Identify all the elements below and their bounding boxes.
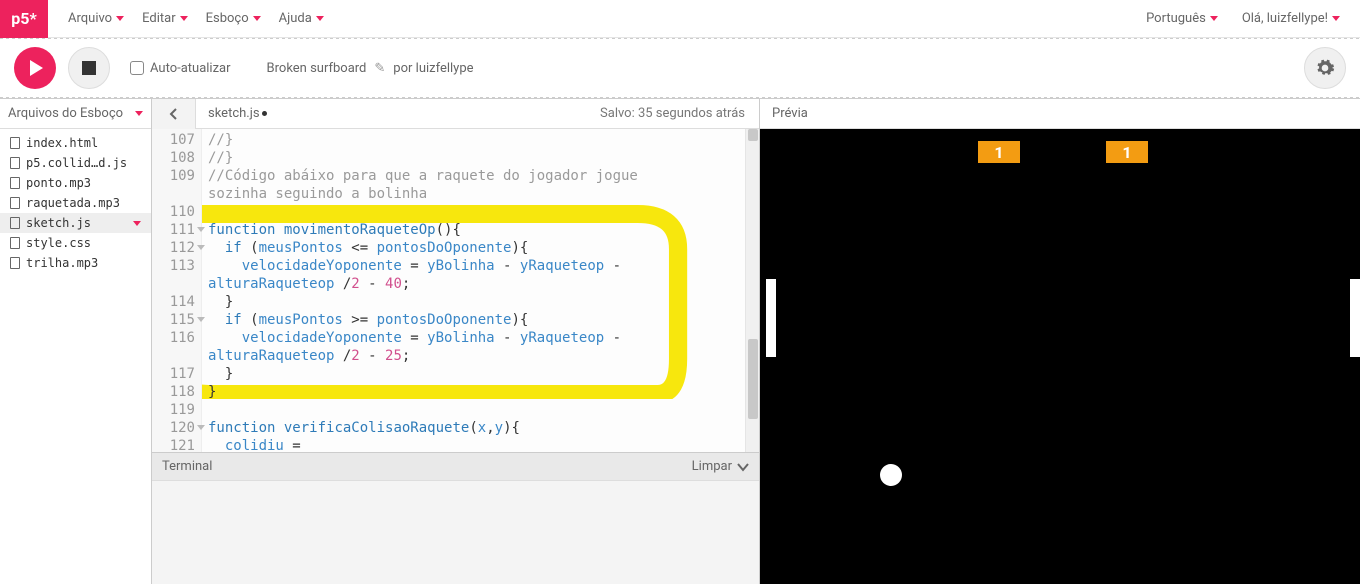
unsaved-dot-icon — [262, 111, 267, 116]
file-item[interactable]: style.css — [0, 233, 151, 253]
menu-edit-label: Editar — [142, 11, 176, 26]
editor-tabbar: sketch.js Salvo: 35 segundos atrás — [152, 99, 759, 129]
terminal-clear-label: Limpar — [692, 459, 732, 474]
edit-name-icon[interactable]: ✎ — [374, 61, 385, 76]
stop-button[interactable] — [68, 47, 110, 89]
top-menu-bar: p5* Arquivo Editar Esboço Ajuda Portuguê… — [0, 0, 1360, 38]
file-name: raquetada.mp3 — [26, 196, 120, 210]
paddle-left — [766, 279, 776, 357]
collapse-sidebar-button[interactable] — [152, 99, 196, 129]
menu-edit[interactable]: Editar — [142, 11, 188, 26]
file-sidebar: Arquivos do Esboço index.html p5.collid…d… — [0, 99, 152, 584]
sketch-name[interactable]: Broken surfboard — [267, 61, 367, 76]
file-icon — [10, 137, 20, 149]
menu-help-label: Ajuda — [279, 11, 312, 26]
terminal-clear-button[interactable]: Limpar — [692, 459, 749, 474]
sketch-canvas[interactable]: 1 1 — [760, 129, 1360, 584]
settings-button[interactable] — [1304, 47, 1346, 89]
sidebar-header[interactable]: Arquivos do Esboço — [0, 99, 151, 129]
user-greeting: Olá, luizfellype! — [1242, 11, 1328, 26]
file-icon — [10, 197, 20, 209]
file-item[interactable]: p5.collid…d.js — [0, 153, 151, 173]
active-tab[interactable]: sketch.js — [196, 106, 279, 121]
language-label: Português — [1146, 11, 1206, 26]
menu-file-label: Arquivo — [68, 11, 112, 26]
scroll-arrow[interactable] — [748, 129, 758, 141]
file-icon — [10, 217, 20, 229]
menu-sketch-label: Esboço — [206, 11, 249, 26]
code-editor[interactable]: 1071081091101111121131141151161171181191… — [152, 129, 759, 452]
file-item[interactable]: sketch.js — [0, 213, 151, 233]
paddle-right — [1350, 279, 1360, 357]
chevron-down-icon — [116, 16, 124, 21]
auto-refresh-label: Auto-atualizar — [150, 61, 231, 76]
chevron-left-icon — [169, 108, 179, 120]
play-button[interactable] — [14, 47, 56, 89]
chevron-down-icon — [1332, 16, 1340, 21]
menu-help[interactable]: Ajuda — [279, 11, 324, 26]
editor-pane: sketch.js Salvo: 35 segundos atrás 10710… — [152, 99, 760, 584]
score-right: 1 — [1106, 141, 1148, 163]
file-item[interactable]: index.html — [0, 133, 151, 153]
chevron-down-icon — [133, 221, 141, 226]
saved-status: Salvo: 35 segundos atrás — [600, 106, 759, 121]
file-name: ponto.mp3 — [26, 176, 91, 190]
preview-header: Prévia — [760, 99, 1360, 129]
chevron-down-icon — [135, 111, 143, 116]
auto-refresh-toggle[interactable]: Auto-atualizar — [130, 61, 231, 76]
gear-icon — [1315, 58, 1335, 78]
chevron-down-icon — [316, 16, 324, 21]
terminal-header[interactable]: Terminal Limpar — [152, 452, 759, 480]
file-name: p5.collid…d.js — [26, 156, 127, 170]
file-item[interactable]: ponto.mp3 — [0, 173, 151, 193]
menu-sketch[interactable]: Esboço — [206, 11, 261, 26]
file-icon — [10, 177, 20, 189]
p5-logo[interactable]: p5* — [0, 0, 48, 38]
chevron-down-icon — [737, 462, 749, 472]
file-icon — [10, 257, 20, 269]
preview-pane: Prévia 1 1 — [760, 99, 1360, 584]
file-list: index.html p5.collid…d.js ponto.mp3 raqueta… — [0, 129, 151, 277]
user-menu[interactable]: Olá, luizfellype! — [1242, 11, 1340, 26]
stop-icon — [82, 61, 96, 75]
file-name: sketch.js — [26, 216, 91, 230]
scroll-thumb[interactable] — [748, 339, 758, 419]
code-lines[interactable]: //}//}//Código abáixo para que a raquete… — [202, 129, 745, 452]
language-select[interactable]: Português — [1146, 11, 1218, 26]
score-left: 1 — [978, 141, 1020, 163]
menu-file[interactable]: Arquivo — [68, 11, 124, 26]
ball — [880, 464, 902, 486]
file-item[interactable]: raquetada.mp3 — [0, 193, 151, 213]
main-content: Arquivos do Esboço index.html p5.collid…d… — [0, 98, 1360, 584]
toolbar: Auto-atualizar Broken surfboard ✎ por lu… — [0, 39, 1360, 97]
file-item[interactable]: trilha.mp3 — [0, 253, 151, 273]
terminal-label: Terminal — [162, 459, 212, 474]
sidebar-title: Arquivos do Esboço — [8, 106, 123, 121]
file-icon — [10, 237, 20, 249]
file-name: trilha.mp3 — [26, 256, 98, 270]
scrollbar[interactable] — [745, 129, 759, 452]
by-label: por luizfellype — [393, 61, 473, 76]
file-name: style.css — [26, 236, 91, 250]
file-icon — [10, 157, 20, 169]
chevron-down-icon — [180, 16, 188, 21]
checkbox-icon[interactable] — [130, 61, 144, 75]
terminal-output[interactable] — [152, 480, 759, 584]
chevron-down-icon — [253, 16, 261, 21]
play-icon — [30, 60, 43, 76]
file-name: index.html — [26, 136, 98, 150]
chevron-down-icon — [1210, 16, 1218, 21]
line-gutter: 1071081091101111121131141151161171181191… — [152, 129, 202, 452]
